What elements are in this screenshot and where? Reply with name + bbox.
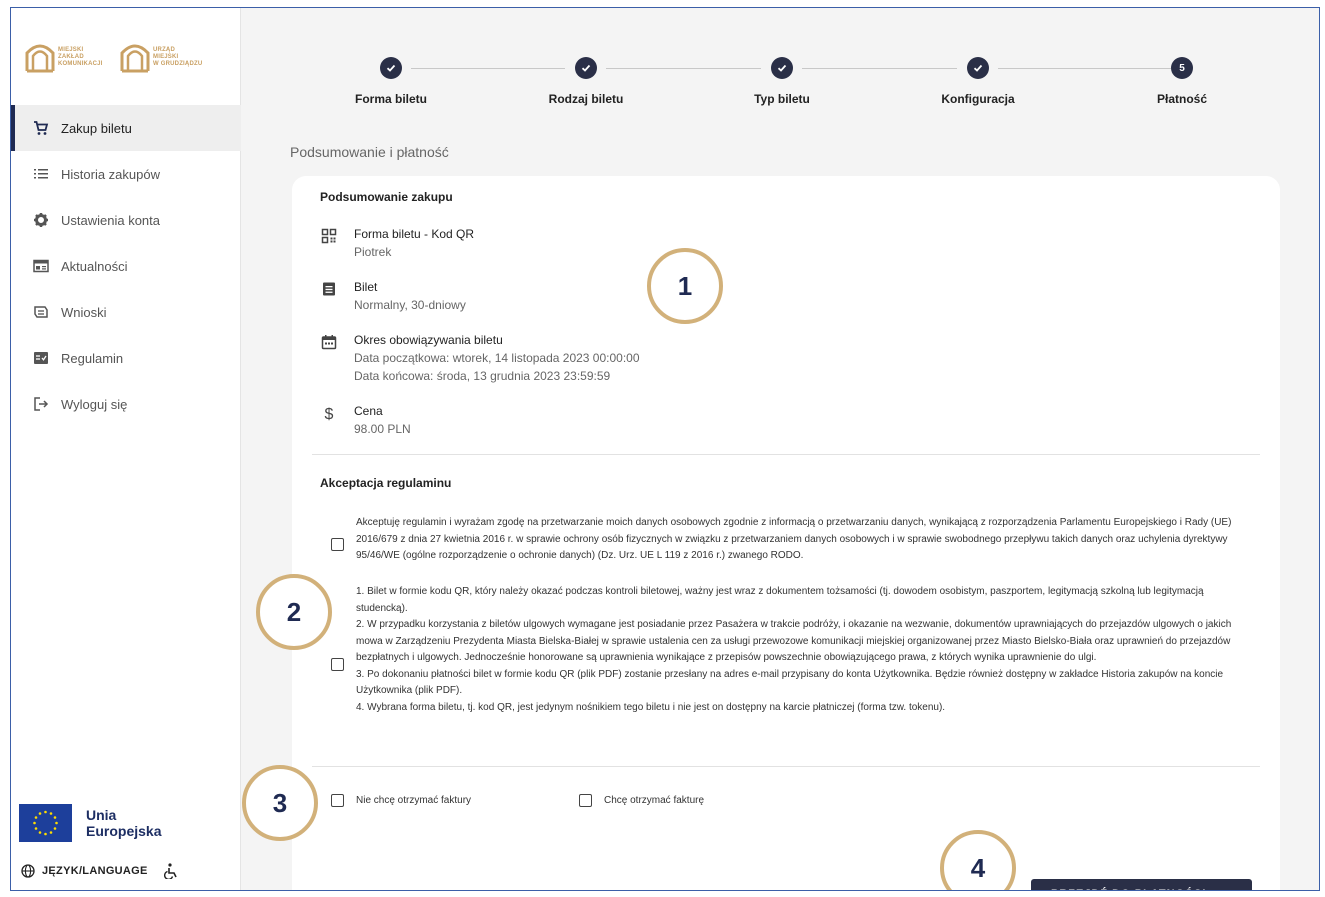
qr-icon (320, 228, 338, 246)
sidebar-item-ustawienia-konta[interactable]: Ustawienia konta (11, 197, 241, 243)
sidebar-item-label: Zakup biletu (61, 120, 132, 136)
summary-heading: Podsumowanie zakupu (320, 190, 453, 204)
page-title: Podsumowanie i płatność (290, 144, 449, 160)
step-typ-biletu[interactable]: Typ biletu (712, 57, 852, 106)
sidebar-item-wnioski[interactable]: Wnioski (11, 289, 241, 335)
annotation-badge-1: 1 (647, 248, 723, 324)
sidebar-item-regulamin[interactable]: Regulamin (11, 335, 241, 381)
dollar-icon: $ (324, 406, 334, 423)
app-window: MIEJSKI ZAKŁAD KOMUNIKACJI URZĄD MIEJSKI W G… (10, 7, 1320, 891)
cart-icon (33, 120, 49, 136)
summary-item-value: Data początkowa: wtorek, 14 listopada 20… (354, 351, 640, 365)
summary-item-ticket: Bilet Normalny, 30-dniowy (320, 279, 466, 314)
sidebar-item-aktualnosci[interactable]: Aktualności (11, 243, 241, 289)
rule-item: 1. Bilet w formie kodu QR, który należy … (356, 586, 1204, 614)
sidebar-item-label: Wyloguj się (61, 396, 128, 412)
annotation-badge-2: 2 (256, 574, 332, 650)
check-icon (967, 57, 989, 79)
sidebar-item-label: Wnioski (61, 304, 107, 320)
summary-item-value: 98.00 PLN (354, 422, 411, 436)
step-label: Rodzaj biletu (548, 92, 624, 106)
gate-icon (25, 44, 55, 73)
sidebar-item-zakup-biletu[interactable]: Zakup biletu (11, 105, 241, 151)
regulations-icon (33, 350, 49, 366)
step-number: 5 (1171, 57, 1193, 79)
globe-icon (21, 864, 35, 878)
um-logo[interactable]: URZĄD MIEJSKI W GRUDZIĄDZU (120, 41, 205, 73)
sidebar-item-historia-zakupow[interactable]: Historia zakupów (11, 151, 241, 197)
rule-item: 2. W przypadku korzystania z biletów ulg… (356, 619, 1232, 663)
main-content: Forma biletu Rodzaj biletu Typ biletu Ko… (242, 8, 1319, 890)
summary-item-title: Cena (354, 404, 383, 418)
summary-item-title: Forma biletu - Kod QR (354, 227, 475, 241)
summary-item-title: Okres obowiązywania biletu (354, 333, 503, 347)
eu-label: Unia Europejska (86, 807, 162, 839)
mzk-logo-text: MIEJSKI ZAKŁAD KOMUNIKACJI (58, 46, 103, 67)
step-forma-biletu[interactable]: Forma biletu (321, 57, 461, 106)
rule-item: 4. Wybrana forma biletu, tj. kod QR, jes… (356, 701, 946, 713)
logos: MIEJSKI ZAKŁAD KOMUNIKACJI URZĄD MIEJSKI W G… (25, 32, 215, 82)
summary-card: Podsumowanie zakupu Forma biletu - Kod Q… (292, 176, 1280, 890)
mzk-logo[interactable]: MIEJSKI ZAKŁAD KOMUNIKACJI (25, 41, 110, 73)
sidebar: MIEJSKI ZAKŁAD KOMUNIKACJI URZĄD MIEJSKI W G… (11, 8, 241, 890)
summary-item-value: Piotrek (354, 245, 392, 259)
consent-text: Akceptuję regulamin i wyrażam zgodę na p… (356, 517, 1232, 561)
step-label: Płatność (1156, 92, 1207, 106)
eu-logo: Unia Europejska (19, 804, 161, 842)
summary-item-price: $ Cena 98.00 PLN (320, 403, 411, 438)
accessibility-icon[interactable] (163, 863, 178, 879)
summary-item-value: Normalny, 30-dniowy (354, 298, 466, 312)
summary-item-title: Bilet (354, 280, 378, 294)
list-icon (33, 166, 49, 182)
invoice-label: Chcę otrzymać fakturę (604, 795, 705, 806)
sidebar-item-label: Regulamin (61, 350, 124, 366)
news-icon (33, 258, 49, 274)
forms-icon (33, 304, 49, 320)
check-icon (380, 57, 402, 79)
consent-checkbox[interactable] (331, 538, 344, 551)
sidebar-nav: Zakup biletu Historia zakupów Ustawienia… (11, 105, 241, 427)
sidebar-item-wyloguj[interactable]: Wyloguj się (11, 381, 241, 427)
calendar-icon (320, 334, 338, 352)
no-invoice-label: Nie chcę otrzymać faktury (356, 795, 472, 806)
sidebar-item-label: Historia zakupów (61, 166, 160, 182)
gate-icon (120, 44, 150, 73)
check-icon (771, 57, 793, 79)
summary-item-ticket-form: Forma biletu - Kod QR Piotrek (320, 226, 474, 261)
summary-item-validity: Okres obowiązywania biletu Data początko… (320, 332, 640, 385)
um-logo-text: URZĄD MIEJSKI W GRUDZIĄDZU (153, 46, 203, 67)
step-rodzaj-biletu[interactable]: Rodzaj biletu (516, 57, 656, 106)
language-label: JĘZYK/LANGUAGE (42, 865, 148, 877)
gear-icon (33, 212, 49, 228)
no-invoice-checkbox[interactable] (331, 794, 344, 807)
step-label: Konfiguracja (941, 92, 1015, 106)
terms-heading: Akceptacja regulaminu (320, 476, 452, 490)
step-konfiguracja[interactable]: Konfiguracja (908, 57, 1048, 106)
step-label: Forma biletu (354, 92, 427, 106)
divider (312, 766, 1260, 767)
annotation-badge-3: 3 (242, 765, 318, 841)
rules-text: 1. Bilet w formie kodu QR, który należy … (356, 584, 1256, 716)
rules-checkbox[interactable] (331, 658, 344, 671)
eu-flag-icon (19, 804, 72, 842)
stepper: Forma biletu Rodzaj biletu Typ biletu Ko… (242, 8, 1319, 128)
sidebar-item-label: Aktualności (61, 258, 128, 274)
proceed-to-payment-button[interactable]: PRZEJDŹ DO PŁATNOŚCI (1031, 879, 1252, 890)
ticket-icon (320, 281, 338, 299)
language-switcher[interactable]: JĘZYK/LANGUAGE (21, 863, 178, 879)
step-label: Typ biletu (754, 92, 810, 106)
logout-icon (33, 396, 49, 412)
check-icon (575, 57, 597, 79)
divider (312, 454, 1260, 455)
summary-item-value: Data końcowa: środa, 13 grudnia 2023 23:… (354, 369, 611, 383)
step-platnosc: 5 Płatność (1112, 57, 1252, 106)
rule-item: 3. Po dokonaniu płatności bilet w formie… (356, 668, 1224, 697)
sidebar-item-label: Ustawienia konta (61, 212, 160, 228)
invoice-checkbox[interactable] (579, 794, 592, 807)
